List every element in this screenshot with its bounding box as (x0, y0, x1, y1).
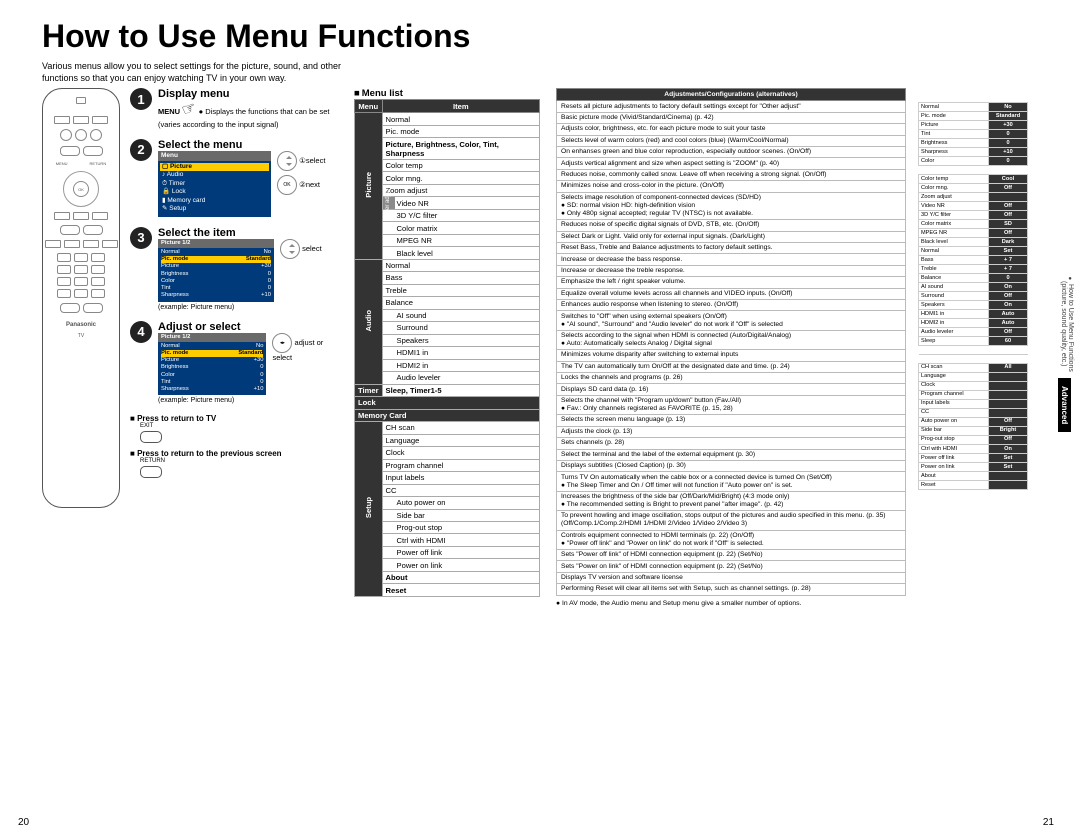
step-2: 2 Select the menu Menu ▢ Picture ♪ Audio… (130, 139, 340, 217)
page-number-left: 20 (18, 817, 29, 828)
menulist-heading: Menu list (354, 88, 540, 99)
intro-text: Various menus allow you to select settin… (42, 61, 352, 84)
menu-list-table: MenuItem PictureNormalPic. modePicture, … (354, 99, 540, 597)
page-number-right: 21 (1043, 817, 1054, 828)
ok-icon: OK (277, 175, 297, 195)
osd-picture-preview: Picture 1/2NormalNoPic. modeStandardPict… (158, 333, 266, 396)
updown-icon (277, 151, 297, 171)
leftright-icon: ◂▸ (272, 333, 292, 353)
exit-button-icon (140, 431, 162, 443)
step-number-icon: 4 (130, 321, 152, 343)
ok-ring-icon: OK (63, 171, 99, 207)
adjustments-table: Adjustments/Configurations (alternatives… (556, 88, 906, 595)
press-return-tv: Press to return to TV EXIT (130, 414, 340, 443)
osd-menu-preview: Menu ▢ Picture ♪ Audio ⏱ Timer 🔒 Lock ▮ … (158, 151, 271, 217)
hand-icon: ☞ (179, 99, 199, 122)
remote-illustration: MENURETURN OK Panasonic TV (42, 88, 120, 508)
step-number-icon: 1 (130, 88, 152, 110)
step-3: 3 Select the item Picture 1/2NormalNoPic… (130, 227, 340, 311)
updown-icon (280, 239, 300, 259)
step-1: 1 Display menu MENU ☞ ● Displays the fun… (130, 88, 340, 128)
step-4: 4 Adjust or select Picture 1/2NormalNoPi… (130, 321, 340, 405)
page-title: How to Use Menu Functions (42, 18, 1052, 55)
press-return-prev: Press to return to the previous screen R… (130, 449, 340, 478)
footnote: ● In AV mode, the Audio menu and Setup m… (556, 600, 906, 607)
settings-values-table: NormalNoPic. modeStandardPicture+30Tint0… (918, 102, 1028, 489)
step-number-icon: 3 (130, 227, 152, 249)
return-button-icon (140, 466, 162, 478)
side-tab: How to Use Menu Functions(picture, sound… (1058, 270, 1080, 432)
step-number-icon: 2 (130, 139, 152, 161)
osd-picture-preview: Picture 1/2NormalNoPic. modeStandardPict… (158, 239, 274, 302)
